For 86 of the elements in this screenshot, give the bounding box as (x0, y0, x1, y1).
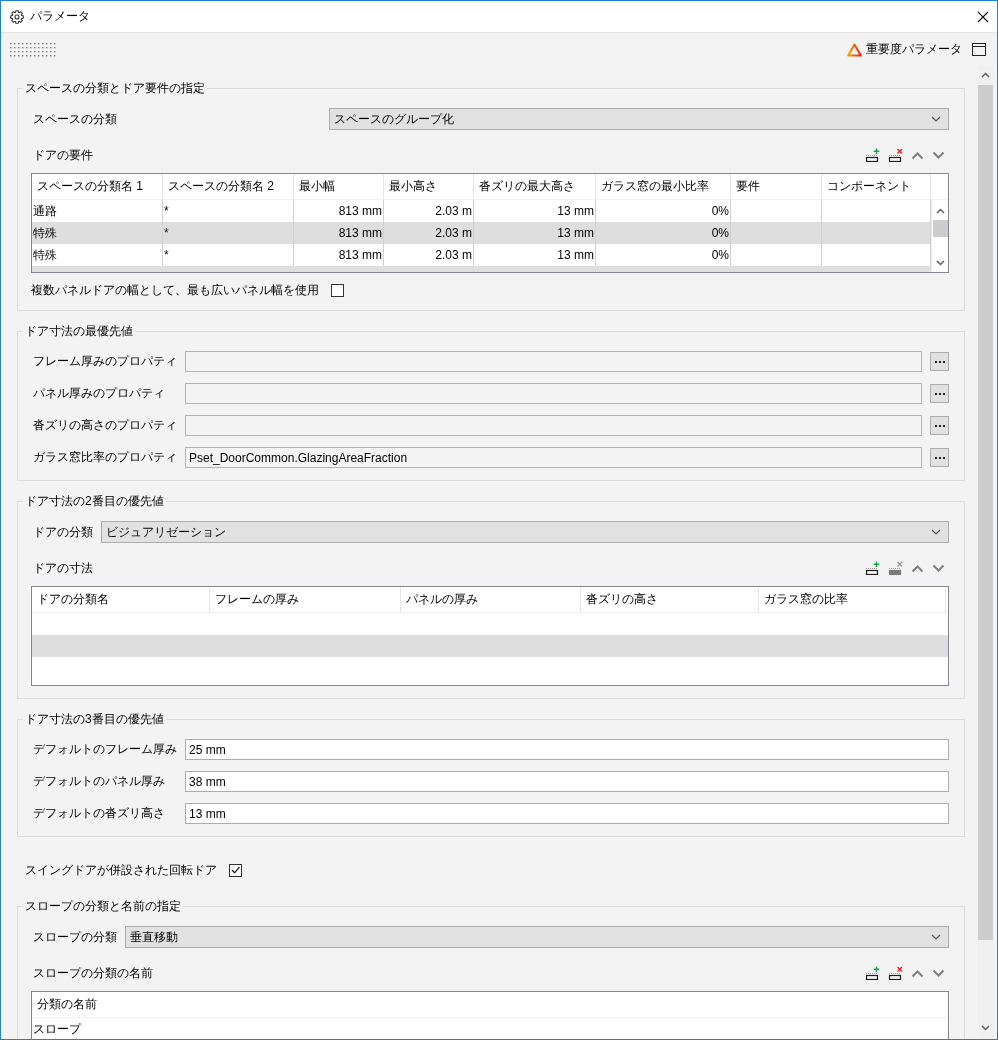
group-title: ドア寸法の3番目の優先値 (24, 712, 165, 726)
ellipsis-icon (934, 360, 945, 363)
browse-button[interactable] (930, 416, 949, 435)
add-row-icon[interactable] (865, 966, 880, 980)
column-header[interactable]: ガラス窓の最小比率 (596, 174, 731, 200)
browse-button[interactable] (930, 352, 949, 371)
group-title: ドア寸法の最優先値 (24, 324, 134, 338)
column-header[interactable]: ドアの分類名 (32, 587, 210, 613)
panel-layout-icon[interactable] (972, 43, 986, 56)
add-row-icon[interactable] (865, 561, 880, 575)
field-label: デフォルトのフレーム厚み (32, 741, 178, 758)
column-header[interactable]: 分類の名前 (32, 992, 948, 1018)
ellipsis-icon (934, 456, 945, 459)
grip-dots-icon[interactable] (10, 42, 56, 57)
field-label: 沓ズリの高さのプロパティ (32, 417, 178, 434)
column-header[interactable]: パネルの厚み (401, 587, 581, 613)
chevron-down-icon[interactable] (932, 150, 945, 160)
column-header[interactable]: 要件 (731, 174, 822, 200)
text-field[interactable] (185, 351, 922, 372)
field-label: フレーム厚みのプロパティ (32, 353, 178, 370)
table-row[interactable]: 特殊 * 813 mm 2.03 m 13 mm 0% (32, 222, 931, 244)
checkmark-icon (230, 866, 241, 874)
chevron-up-icon[interactable] (911, 150, 924, 160)
scrollbar-thumb[interactable] (932, 220, 948, 237)
chevron-up-icon[interactable] (911, 563, 924, 573)
chevron-down-icon[interactable] (932, 563, 945, 573)
browse-button[interactable] (930, 448, 949, 467)
field-label: ドアの分類 (32, 523, 93, 541)
field-label: パネル厚みのプロパティ (32, 385, 166, 402)
table-cell: 2.03 m (384, 222, 474, 244)
column-header[interactable]: 最小幅 (294, 174, 384, 200)
ellipsis-icon (934, 424, 945, 427)
table-cell: 813 mm (294, 222, 384, 244)
field-label: デフォルトの沓ズリ高さ (32, 805, 166, 822)
dropdown[interactable]: ビジュアリゼーション (101, 521, 949, 543)
importance-parameters-button[interactable]: 重要度パラメータ (847, 41, 962, 58)
field-label: ガラス窓比率のプロパティ (32, 449, 178, 466)
table-row[interactable]: スロープ (32, 1018, 948, 1039)
group-title: スペースの分類とドア要件の指定 (24, 81, 206, 95)
column-header[interactable]: 沓ズリの最大高さ (474, 174, 596, 200)
column-header[interactable]: スペースの分類名 1 (32, 174, 163, 200)
gear-icon (10, 9, 24, 24)
chevron-down-icon (931, 529, 941, 535)
column-header[interactable]: 沓ズリの高さ (581, 587, 759, 613)
checkbox[interactable] (229, 863, 242, 877)
ellipsis-icon (934, 392, 945, 395)
chevron-down-icon[interactable] (932, 968, 945, 978)
window-title: パラメータ (30, 8, 90, 25)
checkbox-label: スイングドアが併設された回転ドア (25, 861, 217, 879)
group-title: スロープの分類と名前の指定 (24, 899, 182, 913)
table-label: ドアの要件 (32, 146, 93, 164)
delete-row-icon[interactable] (888, 148, 903, 162)
checkbox[interactable] (331, 283, 344, 297)
chevron-down-icon (931, 116, 941, 122)
field-label: スロープの分類 (32, 928, 117, 946)
text-field[interactable] (185, 383, 922, 404)
field-label: デフォルトのパネル厚み (32, 773, 166, 790)
chevron-down-icon (931, 934, 941, 940)
column-header[interactable]: ガラス窓の比率 (759, 587, 946, 613)
text-field[interactable]: Pset_DoorCommon.GlazingAreaFraction (185, 447, 922, 468)
column-header[interactable]: スペースの分類名 2 (163, 174, 294, 200)
column-header[interactable]: フレームの厚み (210, 587, 401, 613)
dropdown[interactable]: 垂直移動 (125, 926, 949, 948)
column-header[interactable]: 最小高さ (384, 174, 474, 200)
text-field[interactable]: 13 mm (185, 803, 949, 824)
table-label: スロープの分類の名前 (32, 964, 153, 982)
column-header[interactable]: コンポーネント (822, 174, 931, 200)
checkbox-label: 複数パネルドアの幅として、最も広いパネル幅を使用 (31, 281, 319, 299)
scrollbar-thumb[interactable] (978, 85, 993, 940)
table-cell: 13 mm (474, 222, 596, 244)
text-field[interactable]: 38 mm (185, 771, 949, 792)
text-field[interactable] (185, 415, 922, 436)
text-field[interactable]: 25 mm (185, 739, 949, 760)
browse-button[interactable] (930, 384, 949, 403)
field-label: スペースの分類 (32, 110, 118, 128)
warning-triangle-icon (847, 42, 862, 57)
chevron-up-icon[interactable] (911, 968, 924, 978)
dropdown[interactable]: スペースのグループ化 (329, 108, 949, 130)
table-cell: 特殊 (32, 222, 163, 244)
table-cell: * (163, 222, 294, 244)
table-cell: 0% (596, 222, 731, 244)
table-label: ドアの寸法 (32, 559, 93, 577)
group-title: ドア寸法の2番目の優先値 (24, 494, 165, 508)
delete-row-icon[interactable] (888, 966, 903, 980)
close-icon[interactable] (977, 10, 989, 23)
add-row-icon[interactable] (865, 148, 880, 162)
